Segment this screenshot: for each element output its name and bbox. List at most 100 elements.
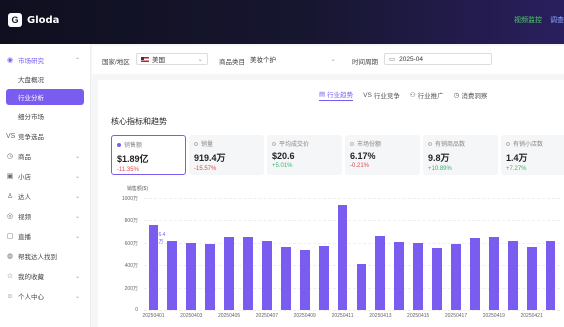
data-label: 6.4万 [158, 231, 166, 245]
sidebar-item-label: 帮我达人找到 [18, 254, 57, 261]
chart-bar[interactable] [318, 246, 329, 310]
sidebar-item[interactable]: ▣ 小店 ⌄ [0, 168, 90, 184]
period-value: 2025-04 [399, 55, 424, 63]
top-link-research[interactable]: 调查 [550, 15, 564, 25]
chart-bar[interactable] [243, 237, 253, 310]
chevron-icon: ⌄ [74, 273, 80, 280]
main-panel: ▤ 行业趋势 VS 行业竞争 ⚇ 行业推广 ◷ 消费洞察 核心指标和趋势 销售额 $1.89亿 -… [98, 80, 564, 327]
sidebar-item[interactable]: ☆ 我的收藏 ⌄ [0, 268, 90, 284]
tab-label: 行业竞争 [373, 93, 400, 100]
period-select[interactable]: ▭ 2025-04 [384, 53, 492, 65]
gridline [144, 310, 560, 311]
tab-1[interactable]: VS 行业竞争 [363, 89, 400, 101]
chevron-icon: ⌄ [74, 213, 80, 220]
y-tick-label: 200万 [124, 285, 138, 292]
metric-name: 有销小店数 [513, 142, 544, 148]
chart-bar[interactable] [261, 240, 272, 310]
compare-icon: VS [363, 91, 372, 99]
gridline [144, 198, 560, 199]
metric-card[interactable]: 平均成交价 $20.6 +5.01% [267, 135, 342, 175]
metric-name: 市场份额 [357, 142, 382, 148]
sidebar-item-label: 行业分析 [18, 95, 44, 102]
metric-change: +5.01% [272, 163, 293, 169]
consumer-icon: ◷ [453, 92, 460, 99]
chart-bar[interactable] [148, 224, 159, 310]
chart-bar[interactable] [356, 264, 367, 310]
metric-value: 919.4万 [194, 153, 226, 163]
chart-bar[interactable] [394, 241, 405, 310]
metric-card[interactable]: 有销小店数 1.4万 +7.27% [501, 135, 564, 175]
sidebar-item[interactable]: ◍ 帮我达人找到 [0, 248, 90, 264]
app-name: Gloda [27, 14, 60, 26]
radio-icon [506, 141, 510, 146]
radio-icon [194, 141, 198, 146]
chart-bar[interactable] [545, 240, 556, 310]
metric-change: -11.35% [117, 167, 139, 173]
chevron-icon: ⌃ [74, 57, 80, 64]
x-tick-label: 20250411 [331, 313, 354, 319]
metric-card[interactable]: 有销商品数 9.8万 +10.89% [423, 135, 498, 175]
sidebar-item[interactable]: ◷ 商品 ⌄ [0, 148, 90, 164]
sidebar-item[interactable]: 行业分析 [6, 89, 84, 105]
category-label: 商品类目 [219, 59, 245, 66]
app-logo[interactable]: G Gloda [8, 13, 59, 27]
metric-change: -0.21% [350, 163, 370, 169]
metric-value: $1.89亿 [117, 154, 149, 164]
metric-label: 市场份额 [350, 139, 415, 148]
sidebar-item[interactable]: VS 竞争选品 [0, 128, 90, 144]
sidebar-item-label: 细分市场 [18, 114, 44, 121]
y-tick-label: 800万 [124, 218, 138, 225]
chart-bar[interactable] [205, 243, 216, 310]
x-tick-label: 20250403 [180, 313, 203, 319]
country-select[interactable]: 美国 ⌄ [136, 53, 208, 65]
chart-bar[interactable] [469, 238, 480, 310]
sidebar-item[interactable]: 大盘概况 [0, 71, 90, 87]
sidebar-item[interactable]: ◎ 视频 ⌄ [0, 208, 90, 224]
metric-name: 销量 [201, 142, 214, 148]
sidebar-item[interactable]: ☺ 个人中心 ⌄ [0, 288, 90, 304]
x-tick-label: 20250401 [142, 313, 165, 319]
chart-bar[interactable] [280, 247, 291, 310]
sidebar-item[interactable]: ▢ 直播 ⌄ [0, 228, 90, 244]
chart-bar[interactable] [413, 242, 424, 310]
metric-card[interactable]: 销量 919.4万 -15.57% [189, 135, 264, 175]
period-label: 时间周期 [352, 59, 378, 66]
chart-bar[interactable] [299, 249, 310, 310]
chart-bar[interactable] [451, 243, 461, 310]
sidebar-item-label: 我的收藏 [18, 274, 44, 281]
us-flag-icon [141, 56, 149, 62]
chart-bar[interactable] [375, 236, 386, 310]
country-label: 国家/地区 [102, 59, 130, 66]
trend-icon: ▤ [319, 91, 326, 98]
metric-card[interactable]: 销售额 $1.89亿 -11.35% [111, 135, 186, 175]
tab-3[interactable]: ◷ 消费洞察 [454, 89, 488, 101]
shop-icon: ▣ [6, 173, 14, 180]
sidebar-item[interactable]: ♙ 达人 ⌄ [0, 188, 90, 204]
gridline [144, 220, 560, 222]
country-value: 美国 [152, 57, 165, 64]
chart-bar[interactable] [224, 237, 234, 310]
metric-value: 9.8万 [428, 153, 450, 163]
calendar-icon: ▭ [389, 56, 396, 63]
tab-2[interactable]: ⚇ 行业推广 [410, 89, 444, 101]
metric-name: 销售额 [124, 143, 143, 149]
radio-icon [350, 141, 354, 146]
chevron-icon: ⌄ [74, 293, 80, 300]
chart-bar[interactable] [526, 247, 537, 310]
chart-bar[interactable] [432, 248, 442, 310]
chart-bar[interactable] [167, 240, 178, 310]
sidebar-item[interactable]: 细分市场 [0, 108, 90, 124]
section-title: 核心指标和趋势 [111, 117, 167, 126]
chart-bar[interactable] [186, 242, 197, 310]
chart-bar[interactable] [507, 240, 518, 310]
tab-label: 行业趋势 [327, 92, 354, 99]
metric-card[interactable]: 市场份额 6.17% -0.21% [345, 135, 420, 175]
sidebar-item-label: 小店 [18, 174, 31, 181]
top-link-video-monitor[interactable]: 视频监控 [514, 15, 542, 25]
metric-change: +7.27% [506, 166, 527, 172]
chart-bar[interactable] [337, 204, 348, 310]
tab-0[interactable]: ▤ 行业趋势 [319, 89, 354, 101]
category-select[interactable]: 美妆个护 ⌄ [246, 53, 340, 65]
sidebar-item[interactable]: ◉ 市场研究 ⌃ [0, 52, 90, 68]
chart-bar[interactable] [488, 237, 499, 310]
